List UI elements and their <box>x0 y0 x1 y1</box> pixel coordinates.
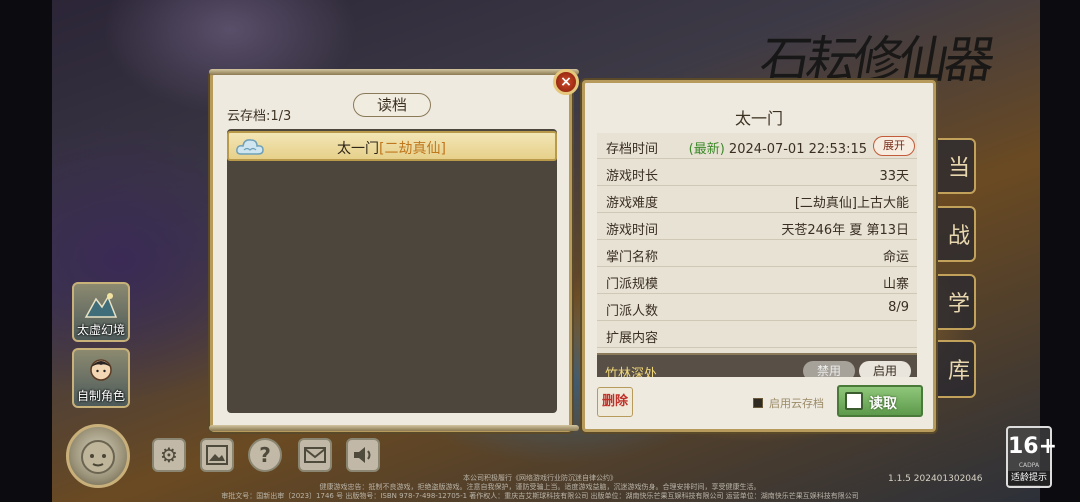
taixu-illusion-label: 太虚幻境 <box>76 323 125 337</box>
extension-item: 竹林深处 禁用 启用 <box>597 353 917 377</box>
sound-button[interactable] <box>346 438 380 472</box>
sound-icon <box>354 447 371 463</box>
custom-character-label: 自制角色 <box>76 389 125 403</box>
detail-value: 8/9 <box>888 300 909 315</box>
save-list-panel: 读档 × 云存档:1/3 太一门[二劫真仙] <box>209 69 579 432</box>
custom-character-button[interactable]: 自制角色 <box>72 348 130 408</box>
save-disk-icon <box>845 392 863 410</box>
detail-title: 太一门 <box>734 109 783 128</box>
scroll-rod-top <box>209 69 579 75</box>
save-detail-panel: 太一门 存档时间 (最新) 2024-07-01 22:53:15 展开 游戏时… <box>582 80 936 432</box>
gallery-button[interactable] <box>200 438 234 472</box>
version-text: 1.1.5 202401302046 <box>888 474 983 484</box>
help-icon: ? <box>259 443 271 467</box>
save-time-value: 2024-07-01 22:53:15 <box>728 142 867 157</box>
detail-row-difficulty: 游戏难度 [二劫真仙]上古大能 <box>597 187 917 213</box>
save-slot-sect: 太一门 <box>337 141 379 157</box>
age-rating-number: 16+ <box>1008 434 1058 459</box>
character-icon <box>90 359 112 381</box>
close-button[interactable]: × <box>553 69 579 95</box>
disable-extension-button[interactable]: 禁用 <box>803 361 855 377</box>
age-rating-tip: 适龄提示 <box>1008 471 1050 485</box>
detail-key: 游戏时长 <box>606 169 659 184</box>
detail-table: 存档时间 (最新) 2024-07-01 22:53:15 展开 游戏时长 33… <box>597 133 917 377</box>
load-label: 读取 <box>869 396 897 412</box>
enable-extension-button[interactable]: 启用 <box>859 361 911 377</box>
expand-button[interactable]: 展开 <box>873 136 915 156</box>
mail-icon <box>304 447 326 463</box>
help-button[interactable]: ? <box>248 438 282 472</box>
save-list: 太一门[二劫真仙] <box>227 129 557 413</box>
mail-button[interactable] <box>298 438 332 472</box>
mountain-icon <box>84 293 118 318</box>
right-menu-button-4[interactable]: 库 <box>930 340 976 398</box>
cloud-save-label: 启用云存档 <box>769 397 824 410</box>
detail-row-save-time: 存档时间 (最新) 2024-07-01 22:53:15 展开 <box>597 133 917 159</box>
detail-row-play-time: 游戏时长 33天 <box>597 160 917 186</box>
dialog-title: 读档 <box>353 93 431 117</box>
right-menu-button-3[interactable]: 学 <box>930 274 976 330</box>
checkbox-icon <box>753 398 763 408</box>
detail-key: 游戏难度 <box>606 196 659 211</box>
detail-row-sect-scale: 门派规模 山寨 <box>597 268 917 294</box>
age-rating-org: CADPA <box>1018 462 1040 469</box>
extension-name: 竹林深处 <box>605 367 658 377</box>
detail-row-extensions: 扩展内容 <box>597 322 917 348</box>
detail-value: (最新) 2024-07-01 22:53:15 <box>689 138 867 157</box>
gallery-icon <box>206 445 228 465</box>
settings-icon: ⚙ <box>160 443 178 467</box>
settings-button[interactable]: ⚙ <box>152 438 186 472</box>
detail-key: 游戏时间 <box>606 223 659 238</box>
detail-key: 门派规模 <box>606 277 659 292</box>
right-menu-button-1[interactable]: 当 <box>930 138 976 194</box>
detail-value: 命运 <box>882 250 909 265</box>
detail-value: 33天 <box>879 169 909 184</box>
save-slot-1[interactable]: 太一门[二劫真仙] <box>227 131 557 161</box>
cloud-save-toggle[interactable]: 启用云存档 <box>753 395 824 411</box>
footer-line-3: 审批文号：国新出审〔2023〕1746 号 出版物号：ISBN 978-7-49… <box>221 492 859 500</box>
load-button[interactable]: 读取 <box>837 385 923 417</box>
detail-key: 扩展内容 <box>606 331 659 346</box>
detail-row-leader: 掌门名称 命运 <box>597 241 917 267</box>
screen-edge-left <box>0 0 52 502</box>
detail-value: [二劫真仙]上古大能 <box>794 196 909 211</box>
detail-value: 山寨 <box>882 277 909 292</box>
save-slot-rank: [二劫真仙] <box>379 141 446 157</box>
delete-button[interactable]: 删除 <box>597 387 633 417</box>
close-icon: × <box>560 74 572 90</box>
scroll-rod-bottom <box>209 425 579 431</box>
right-menu-button-2[interactable]: 战 <box>930 206 976 262</box>
save-slot-name: 太一门[二劫真仙] <box>337 138 446 158</box>
detail-key: 门派人数 <box>606 304 659 319</box>
age-rating-badge: 16+ CADPA 适龄提示 <box>1006 426 1058 488</box>
cloud-save-count: 云存档:1/3 <box>227 109 292 124</box>
cloud-icon <box>236 139 264 155</box>
detail-key: 掌门名称 <box>606 250 659 265</box>
detail-value: 天苍246年 夏 第13日 <box>781 223 909 238</box>
detail-row-members: 门派人数 8/9 <box>597 295 917 321</box>
latest-tag: (最新) <box>688 142 725 157</box>
detail-row-game-date: 游戏时间 天苍246年 夏 第13日 <box>597 214 917 240</box>
detail-key: 存档时间 <box>606 142 659 157</box>
taixu-illusion-button[interactable]: 太虚幻境 <box>72 282 130 342</box>
